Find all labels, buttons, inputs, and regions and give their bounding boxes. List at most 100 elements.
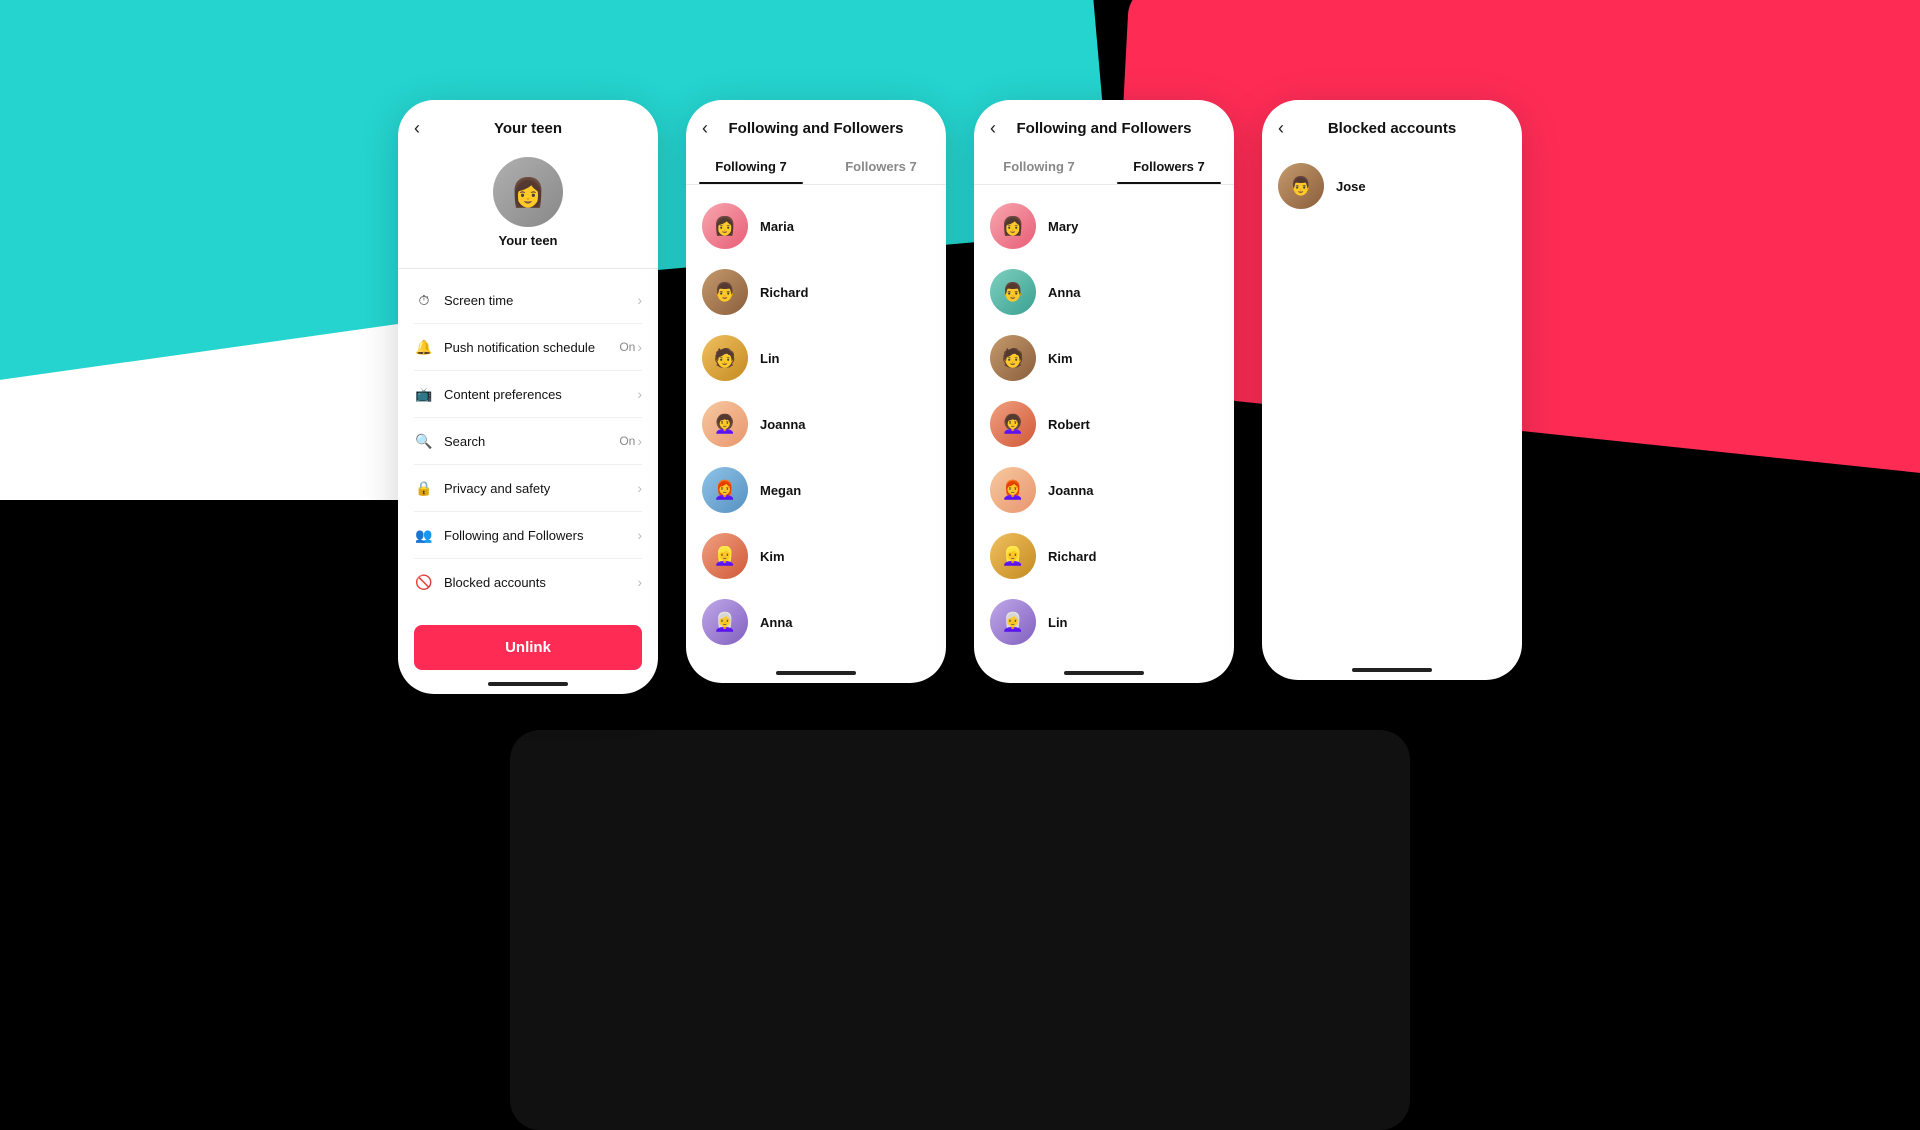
chevron-blocked-accounts: › <box>637 574 642 590</box>
tab-followers-inactive[interactable]: Followers 7 <box>816 149 946 184</box>
user-avatar: 🧑 <box>702 335 748 381</box>
user-name: Joanna <box>1048 483 1094 498</box>
chevron-screen-time: › <box>637 292 642 308</box>
list-item[interactable]: 👩‍🦳 Lin <box>974 589 1234 655</box>
chevron-push-notification: › <box>637 339 642 355</box>
tab-following-active[interactable]: Following 7 <box>686 149 816 184</box>
chevron-privacy-safety: › <box>637 480 642 496</box>
menu-right-following-followers: › <box>637 527 642 543</box>
chevron-content-preferences: › <box>637 386 642 402</box>
menu-right-search: On › <box>619 433 642 449</box>
teen-avatar: 👩 <box>493 157 563 227</box>
list-item[interactable]: 👱‍♀️ Richard <box>974 523 1234 589</box>
bg-black-shape <box>510 730 1410 1130</box>
bell-icon: 🔔 <box>414 337 434 357</box>
phone-following: ‹ Following and Followers Following 7 Fo… <box>686 100 946 683</box>
list-item[interactable]: 👨 Anna <box>974 259 1234 325</box>
list-item[interactable]: 🧑 Lin <box>686 325 946 391</box>
phone2-back-button[interactable]: ‹ <box>702 118 708 139</box>
menu-value-push-notification: On <box>619 340 635 354</box>
user-avatar: 👩 <box>702 203 748 249</box>
phone3-bottom-bar <box>1064 671 1144 675</box>
phone1-bottom-bar <box>488 682 568 686</box>
menu-item-blocked-accounts[interactable]: 🚫 Blocked accounts › <box>414 559 642 605</box>
menu-label-screen-time: Screen time <box>444 293 637 308</box>
list-item[interactable]: 👩 Mary <box>974 193 1234 259</box>
list-item[interactable]: 👩 Maria <box>686 193 946 259</box>
blocked-list: 👨 Jose <box>1262 149 1522 223</box>
user-avatar: 👩‍🦰 <box>990 467 1036 513</box>
following-list: 👩 Maria 👨 Richard 🧑 Lin 👩‍🦱 Joanna 👩‍🦰 M… <box>686 189 946 659</box>
user-name: Kim <box>1048 351 1073 366</box>
menu-item-push-notification[interactable]: 🔔 Push notification schedule On › <box>414 324 642 371</box>
user-avatar: 👩‍🦰 <box>702 467 748 513</box>
search-icon: 🔍 <box>414 431 434 451</box>
list-item[interactable]: 👨 Jose <box>1262 153 1522 219</box>
phone3-header: ‹ Following and Followers <box>974 100 1234 149</box>
tab-following-inactive[interactable]: Following 7 <box>974 149 1104 184</box>
list-item[interactable]: 👩‍🦱 Robert <box>974 391 1234 457</box>
settings-menu-list: ⏱ Screen time › 🔔 Push notification sche… <box>398 277 658 605</box>
menu-label-push-notification: Push notification schedule <box>444 340 619 355</box>
phone3-tabs: Following 7 Followers 7 <box>974 149 1234 185</box>
list-item[interactable]: 👩‍🦰 Joanna <box>974 457 1234 523</box>
phone4-bottom-bar <box>1352 668 1432 672</box>
phones-container: ‹ Your teen 👩 Your teen ⏱ Screen time › … <box>398 100 1522 694</box>
list-item[interactable]: 👩‍🦳 Anna <box>686 589 946 655</box>
phone4-title: Blocked accounts <box>1328 120 1456 137</box>
phone3-back-button[interactable]: ‹ <box>990 118 996 139</box>
user-name: Megan <box>760 483 801 498</box>
menu-label-search: Search <box>444 434 619 449</box>
phone1-back-button[interactable]: ‹ <box>414 118 420 139</box>
menu-label-blocked-accounts: Blocked accounts <box>444 575 637 590</box>
menu-item-content-preferences[interactable]: 📺 Content preferences › <box>414 371 642 418</box>
lock-icon: 🔒 <box>414 478 434 498</box>
people-icon: 👥 <box>414 525 434 545</box>
menu-item-search[interactable]: 🔍 Search On › <box>414 418 642 465</box>
menu-item-following-followers[interactable]: 👥 Following and Followers › <box>414 512 642 559</box>
menu-right-blocked-accounts: › <box>637 574 642 590</box>
phone4-header: ‹ Blocked accounts <box>1262 100 1522 149</box>
user-avatar: 👨 <box>990 269 1036 315</box>
list-item[interactable]: 👱‍♀️ Kim <box>686 523 946 589</box>
menu-item-screen-time[interactable]: ⏱ Screen time › <box>414 277 642 324</box>
list-item[interactable]: 👩‍🦱 Joanna <box>686 391 946 457</box>
phone2-tabs: Following 7 Followers 7 <box>686 149 946 185</box>
menu-item-privacy-safety[interactable]: 🔒 Privacy and safety › <box>414 465 642 512</box>
menu-right-screen-time: › <box>637 292 642 308</box>
user-name: Richard <box>1048 549 1096 564</box>
user-name: Lin <box>760 351 780 366</box>
menu-right-content-preferences: › <box>637 386 642 402</box>
user-name: Maria <box>760 219 794 234</box>
user-avatar: 👩‍🦳 <box>990 599 1036 645</box>
user-name: Richard <box>760 285 808 300</box>
user-avatar: 👩 <box>990 203 1036 249</box>
tab-followers-active[interactable]: Followers 7 <box>1104 149 1234 184</box>
user-avatar: 👱‍♀️ <box>702 533 748 579</box>
user-avatar: 👱‍♀️ <box>990 533 1036 579</box>
blocked-icon: 🚫 <box>414 572 434 592</box>
list-item[interactable]: 🧑 Kim <box>974 325 1234 391</box>
tv-icon: 📺 <box>414 384 434 404</box>
user-avatar: 👩‍🦱 <box>702 401 748 447</box>
list-item[interactable]: 👨 Richard <box>686 259 946 325</box>
phone2-bottom-bar <box>776 671 856 675</box>
user-avatar: 🧑 <box>990 335 1036 381</box>
user-name: Robert <box>1048 417 1090 432</box>
user-name: Anna <box>760 615 793 630</box>
phone-blocked: ‹ Blocked accounts 👨 Jose <box>1262 100 1522 680</box>
user-avatar: 👩‍🦱 <box>990 401 1036 447</box>
menu-label-privacy-safety: Privacy and safety <box>444 481 637 496</box>
user-name: Jose <box>1336 179 1366 194</box>
clock-icon: ⏱ <box>414 290 434 310</box>
list-item[interactable]: 👩‍🦰 Megan <box>686 457 946 523</box>
phone2-title: Following and Followers <box>729 120 904 137</box>
phone-followers: ‹ Following and Followers Following 7 Fo… <box>974 100 1234 683</box>
unlink-button[interactable]: Unlink <box>414 625 642 670</box>
teen-profile-section: 👩 Your teen <box>398 149 658 260</box>
user-name: Joanna <box>760 417 806 432</box>
user-avatar: 👨 <box>702 269 748 315</box>
menu-right-privacy-safety: › <box>637 480 642 496</box>
phone4-back-button[interactable]: ‹ <box>1278 118 1284 139</box>
user-avatar: 👩‍🦳 <box>702 599 748 645</box>
